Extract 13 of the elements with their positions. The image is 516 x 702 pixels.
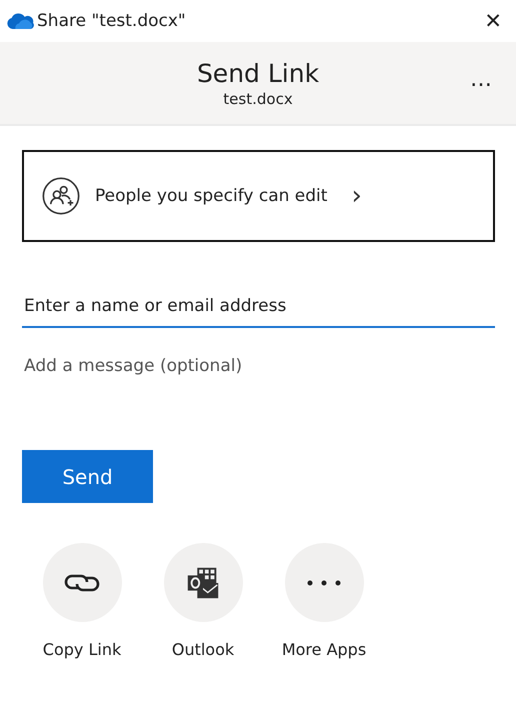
people-icon: [42, 177, 80, 215]
send-button[interactable]: Send: [22, 450, 153, 503]
close-button[interactable]: ✕: [476, 9, 510, 33]
file-name: test.docx: [223, 90, 293, 108]
dialog-title: Send Link: [196, 58, 320, 88]
app-label: Copy Link: [42, 640, 122, 659]
window-title: Share "test.docx": [37, 11, 187, 31]
cloud-icon: [6, 12, 34, 30]
app-label: More Apps: [282, 640, 366, 659]
permission-button[interactable]: People you specify can edit ›: [22, 150, 495, 242]
app-label: Outlook: [172, 640, 234, 659]
more-icon: [306, 578, 342, 586]
more-options-button[interactable]: …: [464, 66, 498, 93]
